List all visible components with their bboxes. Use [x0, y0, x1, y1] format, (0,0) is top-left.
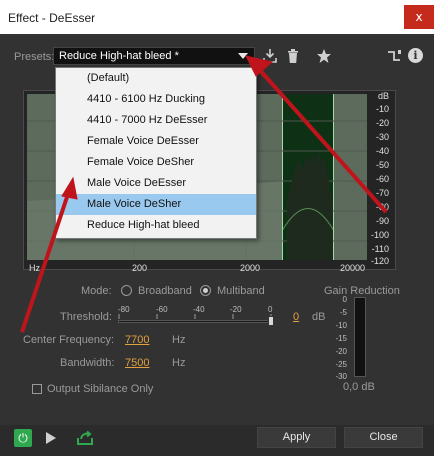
window-title: Effect - DeEsser: [8, 11, 96, 25]
threshold-tick: -60: [156, 305, 168, 314]
db-label: -20: [375, 118, 389, 128]
preset-option-highlighted[interactable]: Male Voice DeSher: [56, 194, 256, 215]
trash-icon[interactable]: [285, 48, 301, 64]
db-label: -70: [375, 188, 389, 198]
threshold-slider[interactable]: [118, 320, 273, 323]
gain-reduction-meter: [354, 297, 366, 377]
close-window-button[interactable]: x: [404, 5, 434, 29]
center-frequency-unit: Hz: [172, 334, 186, 346]
center-frequency-label: Center Frequency:: [23, 334, 115, 346]
gain-tick: -15: [335, 334, 347, 343]
broadband-radio[interactable]: [121, 285, 132, 296]
play-icon[interactable]: [46, 432, 56, 444]
threshold-ticks: [118, 314, 272, 319]
hz-label: 2000: [240, 263, 261, 273]
download-icon[interactable]: [262, 48, 278, 64]
threshold-unit: dB: [312, 311, 326, 323]
threshold-slider-thumb[interactable]: [268, 316, 274, 326]
gain-tick: -5: [339, 308, 347, 317]
threshold-tick: -80: [118, 305, 130, 314]
chevron-down-icon[interactable]: [238, 53, 248, 59]
mode-label: Mode:: [81, 285, 112, 297]
db-label: -100: [370, 230, 389, 240]
db-label: -60: [375, 174, 389, 184]
threshold-tick: 0: [268, 305, 273, 314]
gain-tick: -20: [335, 347, 347, 356]
gain-tick: -10: [335, 321, 347, 330]
preset-option[interactable]: Female Voice DeSher: [56, 152, 256, 173]
preset-option[interactable]: 4410 - 6100 Hz Ducking: [56, 89, 256, 110]
bandwidth-label: Bandwidth:: [60, 357, 115, 369]
center-frequency-value[interactable]: 7700: [125, 334, 149, 346]
db-label: dB: [377, 91, 389, 101]
output-sibilance-checkbox[interactable]: [32, 384, 42, 394]
effect-window: Effect - DeEsser x Presets: Reduce High-…: [0, 0, 434, 456]
gain-tick: -25: [335, 360, 347, 369]
db-label: -50: [375, 160, 389, 170]
multiband-radio[interactable]: [200, 285, 211, 296]
gain-tick: -30: [335, 372, 347, 381]
routing-icon[interactable]: [386, 48, 402, 64]
hz-label: 200: [132, 263, 148, 273]
threshold-tick: -20: [230, 305, 242, 314]
bandwidth-unit: Hz: [172, 357, 186, 369]
apply-button[interactable]: Apply: [257, 427, 336, 448]
threshold-label: Threshold:: [60, 311, 112, 323]
db-label: -120: [370, 256, 389, 266]
title-bar: Effect - DeEsser x: [0, 0, 434, 34]
db-label: -110: [371, 244, 389, 254]
star-icon[interactable]: [316, 48, 332, 64]
db-label: -40: [375, 146, 389, 156]
hz-label: 20000: [340, 263, 366, 273]
presets-selected-value: Reduce High-hat bleed *: [59, 50, 179, 62]
preset-option[interactable]: Male Voice DeEsser: [56, 173, 256, 194]
presets-dropdown[interactable]: Reduce High-hat bleed *: [53, 47, 255, 65]
db-label: -10: [375, 104, 389, 114]
db-label: -80: [375, 202, 389, 212]
gain-reduction-readout: 0,0 dB: [343, 381, 375, 393]
hz-label: Hz: [29, 263, 40, 273]
threshold-value[interactable]: 0: [293, 311, 299, 323]
bandwidth-value[interactable]: 7500: [125, 357, 149, 369]
threshold-tick: -40: [193, 305, 205, 314]
gain-tick: 0: [342, 295, 347, 304]
close-button[interactable]: Close: [344, 427, 423, 448]
apply-to-selection-icon[interactable]: [76, 430, 94, 446]
preset-option[interactable]: Female Voice DeEsser: [56, 131, 256, 152]
db-label: -90: [375, 216, 389, 226]
output-sibilance-label[interactable]: Output Sibilance Only: [47, 383, 153, 395]
preset-option[interactable]: (Default): [56, 68, 256, 89]
db-label: -30: [375, 132, 389, 142]
presets-label: Presets:: [14, 51, 55, 63]
preset-option[interactable]: 4410 - 7000 Hz DeEsser: [56, 110, 256, 131]
multiband-label[interactable]: Multiband: [217, 285, 265, 297]
broadband-label[interactable]: Broadband: [138, 285, 192, 297]
presets-menu: (Default) 4410 - 6100 Hz Ducking 4410 - …: [55, 67, 257, 239]
power-icon[interactable]: ⏻: [14, 429, 32, 447]
preset-option[interactable]: Reduce High-hat bleed: [56, 215, 256, 236]
info-icon[interactable]: i: [408, 48, 423, 63]
